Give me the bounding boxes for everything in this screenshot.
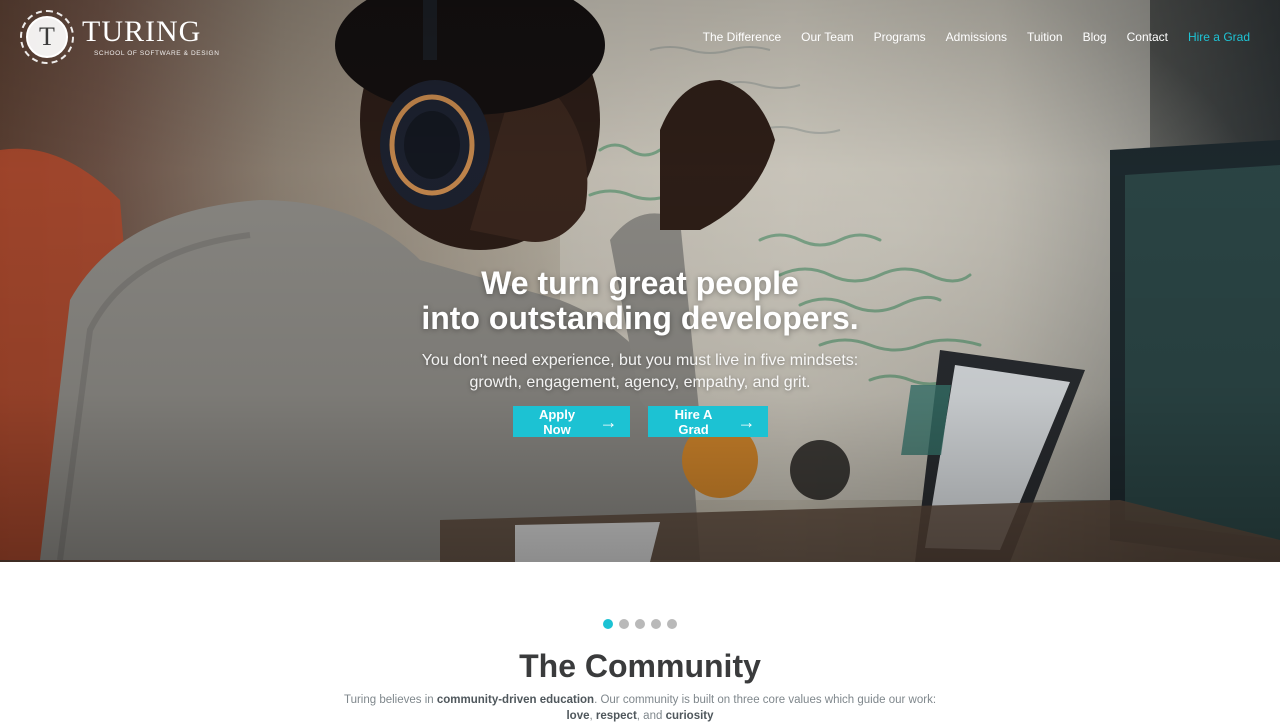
brand-tagline: SCHOOL OF SOFTWARE & DESIGN <box>94 50 220 57</box>
hero-cta-row: Apply Now → Hire A Grad → <box>0 406 1280 437</box>
community-text-1: Turing believes in <box>343 694 437 706</box>
nav-contact[interactable]: Contact <box>1127 29 1168 45</box>
arrow-right-icon: → <box>599 411 618 432</box>
nav-programs[interactable]: Programs <box>874 29 926 45</box>
hero-title: We turn great people into outstanding de… <box>0 266 1280 336</box>
apply-now-button[interactable]: Apply Now → <box>512 406 630 437</box>
main-nav: The Difference Our Team Programs Admissi… <box>703 29 1250 45</box>
hero-title-line-1: We turn great people <box>481 265 799 301</box>
value-love: love <box>566 710 590 722</box>
nav-the-difference[interactable]: The Difference <box>703 29 782 45</box>
value-respect: respect <box>595 710 637 722</box>
arrow-right-icon: → <box>737 411 756 432</box>
community-driven-education: community-driven education <box>436 694 595 706</box>
hero-section: T TURING SCHOOL OF SOFTWARE & DESIGN The… <box>0 0 1280 562</box>
community-description: Turing believes in community-driven educ… <box>0 692 1280 724</box>
carousel-dot-2[interactable] <box>619 619 629 629</box>
carousel-dot-5[interactable] <box>667 619 677 629</box>
hire-a-grad-label: Hire A Grad <box>674 406 713 437</box>
nav-tuition[interactable]: Tuition <box>1027 29 1063 45</box>
brand-name: TURING <box>82 15 202 48</box>
carousel-dots <box>0 619 1280 629</box>
hero-subtitle-line-1: You don't need experience, but you must … <box>421 352 859 369</box>
nav-blog[interactable]: Blog <box>1083 29 1107 45</box>
value-curiosity: curiosity <box>665 710 714 722</box>
hero-title-line-2: into outstanding developers. <box>421 300 859 336</box>
brand-wordmark: TURING SCHOOL OF SOFTWARE & DESIGN <box>82 15 220 58</box>
seal-letter: T <box>26 16 68 58</box>
carousel-dot-1[interactable] <box>603 619 613 629</box>
hero-subtitle: You don't need experience, but you must … <box>0 350 1280 394</box>
nav-admissions[interactable]: Admissions <box>946 29 1007 45</box>
community-title: The Community <box>519 648 761 684</box>
apply-now-label: Apply Now <box>538 406 576 437</box>
hero-copy: We turn great people into outstanding de… <box>0 266 1280 437</box>
carousel-dot-4[interactable] <box>651 619 661 629</box>
nav-hire-a-grad[interactable]: Hire a Grad <box>1188 29 1250 45</box>
carousel-dot-3[interactable] <box>635 619 645 629</box>
brand-logo[interactable]: T TURING SCHOOL OF SOFTWARE & DESIGN <box>20 10 220 64</box>
value-sep-2: , and <box>636 710 666 722</box>
hire-a-grad-button[interactable]: Hire A Grad → <box>647 406 768 437</box>
community-text-2: . Our community is built on three core v… <box>594 694 937 706</box>
hero-subtitle-line-2: growth, engagement, agency, empathy, and… <box>469 374 811 391</box>
nav-our-team[interactable]: Our Team <box>801 29 853 45</box>
turing-seal-icon: T <box>20 10 74 64</box>
